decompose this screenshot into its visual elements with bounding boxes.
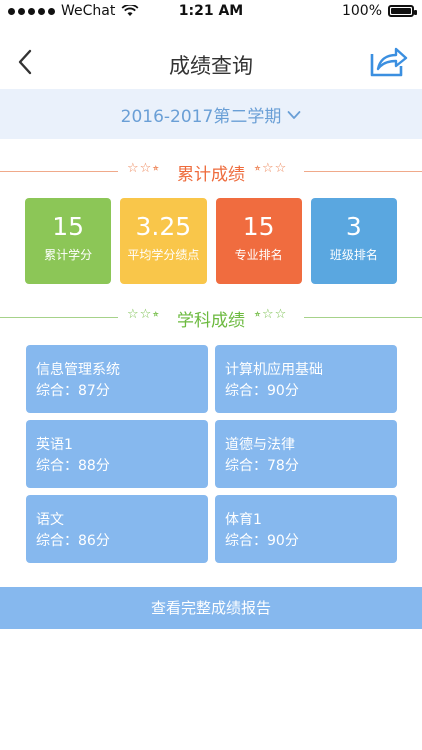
subject-card[interactable]: 英语1 综合：88分 bbox=[26, 420, 208, 488]
subject-name: 英语1 bbox=[36, 437, 73, 453]
share-icon[interactable] bbox=[368, 44, 408, 78]
stat-label: 专业排名 bbox=[234, 248, 283, 262]
term-selector[interactable]: 2016-2017第二学期 bbox=[0, 102, 422, 127]
stat-label: 平均学分绩点 bbox=[127, 248, 200, 262]
view-full-report-button[interactable]: 查看完整成绩报告 bbox=[0, 587, 422, 629]
status-bar: WeChat 1:21 AM 100% bbox=[0, 0, 422, 24]
subjects-section-title: 学科成绩 bbox=[177, 311, 245, 331]
subject-card[interactable]: 信息管理系统 综合：87分 bbox=[26, 345, 208, 413]
battery-percent: 100% bbox=[341, 3, 382, 19]
subject-card[interactable]: 计算机应用基础 综合：90分 bbox=[215, 345, 397, 413]
stat-label: 班级排名 bbox=[329, 248, 378, 262]
subject-card[interactable]: 语文 综合：86分 bbox=[26, 495, 208, 563]
term-label: 2016-2017第二学期 bbox=[120, 107, 282, 127]
stat-value: 3.25 bbox=[135, 212, 192, 241]
cumulative-section-header: ☆☆⭒ 累计成绩 ⭒☆☆ bbox=[0, 160, 422, 185]
chevron-down-icon bbox=[287, 110, 301, 119]
stat-total-credits: 15 累计学分 bbox=[25, 198, 112, 284]
stars-decoration-icon: ⭒☆☆ bbox=[254, 161, 288, 176]
subject-name: 语文 bbox=[36, 512, 64, 528]
subject-card[interactable]: 体育1 综合：90分 bbox=[215, 495, 397, 563]
stars-decoration-icon: ⭒☆☆ bbox=[254, 307, 288, 322]
subject-score: 综合：90分 bbox=[225, 383, 299, 399]
page-title: 成绩查询 bbox=[169, 54, 253, 78]
subject-score: 综合：88分 bbox=[36, 458, 110, 474]
battery-icon bbox=[388, 5, 417, 17]
term-selector-bar: 2016-2017第二学期 bbox=[0, 89, 422, 139]
stat-class-rank: 3 班级排名 bbox=[310, 198, 397, 284]
subject-score: 综合：86分 bbox=[36, 533, 110, 549]
subject-name: 信息管理系统 bbox=[36, 362, 120, 378]
stat-label: 累计学分 bbox=[44, 248, 93, 262]
stat-major-rank: 15 专业排名 bbox=[215, 198, 302, 284]
stat-gpa: 3.25 平均学分绩点 bbox=[120, 198, 207, 284]
subject-name: 体育1 bbox=[225, 512, 262, 528]
nav-bar: 成绩查询 bbox=[0, 38, 422, 88]
subject-score: 综合：87分 bbox=[36, 383, 110, 399]
subjects-section-header: ☆☆⭒ 学科成绩 ⭒☆☆ bbox=[0, 306, 422, 331]
subject-name: 道德与法律 bbox=[225, 437, 295, 453]
cumulative-stats: 15 累计学分 3.25 平均学分绩点 15 专业排名 3 班级排名 bbox=[25, 198, 397, 284]
cumulative-section-title: 累计成绩 bbox=[177, 165, 245, 185]
stat-value: 15 bbox=[52, 212, 85, 241]
subject-score: 综合：78分 bbox=[225, 458, 299, 474]
subject-name: 计算机应用基础 bbox=[225, 362, 323, 378]
subject-score: 综合：90分 bbox=[225, 533, 299, 549]
subject-card[interactable]: 道德与法律 综合：78分 bbox=[215, 420, 397, 488]
stat-value: 3 bbox=[345, 212, 362, 241]
stat-value: 15 bbox=[242, 212, 275, 241]
